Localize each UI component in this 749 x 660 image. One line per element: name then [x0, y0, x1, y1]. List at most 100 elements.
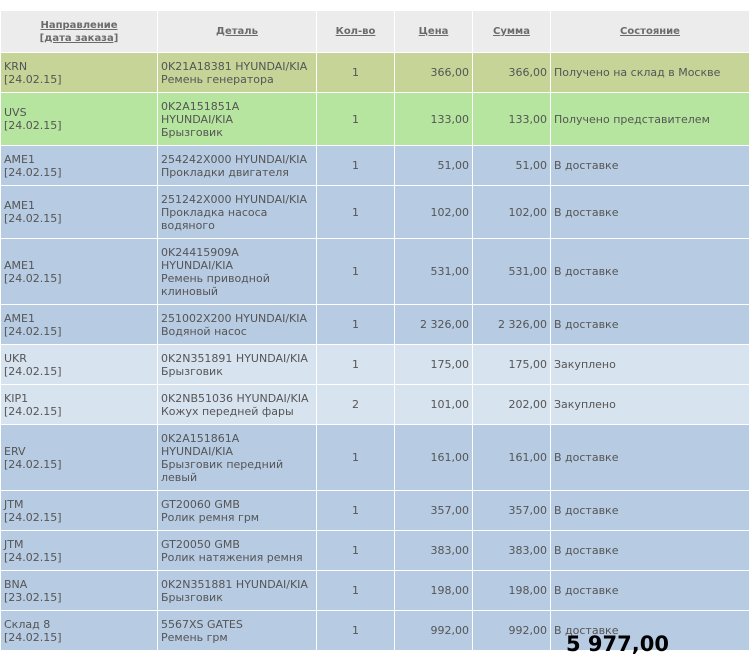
- direction-code: JTM: [4, 497, 24, 511]
- detail-cell: 251242X000 HYUNDAI/KIA Прокладка насоса …: [157, 185, 317, 239]
- qty-cell: 1: [316, 490, 395, 531]
- price-text: 161,00: [430, 451, 470, 464]
- status-cell: В доставке: [550, 238, 749, 305]
- status-text: В доставке: [554, 584, 619, 597]
- status-text: В доставке: [554, 205, 619, 219]
- order-date-header-label[interactable]: [дата заказа]: [4, 32, 154, 45]
- sum-cell: 102,00: [472, 185, 551, 239]
- detail-text: GT20060 GMB Ролик ремня грм: [161, 497, 260, 524]
- status-text: В доставке: [554, 451, 619, 464]
- sum-text: 175,00: [508, 358, 548, 371]
- qty-cell: 1: [316, 570, 395, 611]
- table-row: ERV [24.02.15] 0K2A151861A HYUNDAI/KIA Бры…: [0, 424, 749, 491]
- price-text: 102,00: [430, 205, 470, 219]
- status-cell: В доставке: [550, 530, 749, 571]
- sum-cell: 51,00: [472, 145, 551, 186]
- table-row: AME1 [24.02.15] 254242X000 HYUNDAI/KIA Про…: [0, 145, 749, 186]
- sum-text: 357,00: [508, 504, 548, 517]
- column-status-header[interactable]: Состояние: [550, 10, 749, 53]
- price-header-label[interactable]: Цена: [398, 25, 469, 38]
- sum-header-label[interactable]: Сумма: [476, 25, 547, 38]
- table-row: KIP1 [24.02.15] 0K2NB51036 HYUNDAI/KIA Кож…: [0, 384, 749, 425]
- order-date: [24.02.15]: [4, 457, 62, 471]
- order-date: [24.02.15]: [4, 119, 62, 132]
- direction-cell: JTM [24.02.15]: [0, 530, 158, 571]
- sum-text: 198,00: [508, 584, 548, 597]
- detail-text: 0K2NB51036 HYUNDAI/KIA Кожух передней фа…: [161, 391, 309, 418]
- price-text: 51,00: [437, 159, 470, 172]
- direction-cell: JTM [24.02.15]: [0, 490, 158, 531]
- sum-text: 531,00: [508, 265, 548, 278]
- price-cell: 2 326,00: [394, 304, 473, 345]
- price-text: 531,00: [430, 265, 470, 278]
- detail-cell: GT20050 GMB Ролик натяжения ремня: [157, 530, 317, 571]
- direction-code: AME1: [4, 199, 35, 212]
- qty-text: 1: [352, 66, 359, 79]
- direction-cell: UKR [24.02.15]: [0, 344, 158, 385]
- sum-cell: 2 326,00: [472, 304, 551, 345]
- order-date: [24.02.15]: [4, 364, 62, 378]
- price-text: 175,00: [430, 358, 470, 371]
- sum-cell: 198,00: [472, 570, 551, 611]
- sum-cell: 175,00: [472, 344, 551, 385]
- table-row: KRN [24.02.15] 0K21A18381 HYUNDAI/KIA Реме…: [0, 52, 749, 93]
- qty-text: 1: [352, 358, 359, 371]
- status-cell: Получено на склад в Москве: [550, 52, 749, 93]
- status-text: В доставке: [554, 265, 619, 278]
- sum-cell: 531,00: [472, 238, 551, 305]
- orders-table-body: KRN [24.02.15] 0K21A18381 HYUNDAI/KIA Реме…: [0, 52, 749, 651]
- detail-header-label[interactable]: Деталь: [161, 25, 313, 38]
- price-cell: 383,00: [394, 530, 473, 571]
- price-cell: 531,00: [394, 238, 473, 305]
- qty-cell: 1: [316, 145, 395, 186]
- column-detail-header[interactable]: Деталь: [157, 10, 317, 53]
- sum-cell: 133,00: [472, 92, 551, 146]
- price-cell: 992,00: [394, 610, 473, 651]
- qty-text: 1: [352, 544, 359, 557]
- qty-cell: 1: [316, 92, 395, 146]
- direction-code: UVS: [4, 106, 27, 119]
- direction-code: UKR: [4, 351, 27, 365]
- status-text: Закуплено: [554, 358, 616, 371]
- price-cell: 357,00: [394, 490, 473, 531]
- order-total: 5 977,00: [566, 632, 669, 656]
- detail-text: 0K2A151861A HYUNDAI/KIA Брызговик передн…: [161, 431, 284, 484]
- direction-cell: UVS [24.02.15]: [0, 92, 158, 146]
- qty-text: 1: [352, 318, 359, 331]
- qty-cell: 1: [316, 344, 395, 385]
- detail-cell: 0K2N351891 HYUNDAI/KIA Брызговик: [157, 344, 317, 385]
- direction-code: KRN: [4, 59, 28, 73]
- direction-code: ERV: [4, 444, 26, 458]
- price-cell: 175,00: [394, 344, 473, 385]
- direction-cell: AME1 [24.02.15]: [0, 238, 158, 305]
- qty-header-label[interactable]: Кол-во: [320, 25, 391, 38]
- price-text: 198,00: [430, 584, 470, 597]
- orders-table: Направление [дата заказа] Деталь Кол-во …: [0, 10, 749, 651]
- direction-code: Склад 8: [4, 617, 51, 631]
- orders-table-header: Направление [дата заказа] Деталь Кол-во …: [0, 10, 749, 53]
- price-cell: 198,00: [394, 570, 473, 611]
- column-sum-header[interactable]: Сумма: [472, 10, 551, 53]
- qty-text: 1: [352, 112, 359, 126]
- column-direction-header[interactable]: Направление [дата заказа]: [0, 10, 158, 53]
- direction-code: JTM: [4, 537, 24, 551]
- status-cell: В доставке: [550, 424, 749, 491]
- direction-cell: AME1 [24.02.15]: [0, 304, 158, 345]
- direction-cell: KRN [24.02.15]: [0, 52, 158, 93]
- column-price-header[interactable]: Цена: [394, 10, 473, 53]
- price-cell: 133,00: [394, 92, 473, 146]
- column-qty-header[interactable]: Кол-во: [316, 10, 395, 53]
- table-row: AME1 [24.02.15] 251002X200 HYUNDAI/KIA Вод…: [0, 304, 749, 345]
- detail-cell: 0K2A151851A HYUNDAI/KIA Брызговик: [157, 92, 317, 146]
- detail-text: 0K2N351891 HYUNDAI/KIA Брызговик: [161, 351, 308, 378]
- direction-cell: Склад 8 [24.02.15]: [0, 610, 158, 651]
- direction-header-label[interactable]: Направление: [4, 19, 154, 32]
- qty-text: 1: [352, 265, 359, 278]
- qty-cell: 1: [316, 530, 395, 571]
- status-header-label[interactable]: Состояние: [554, 25, 746, 38]
- detail-cell: 0K2NB51036 HYUNDAI/KIA Кожух передней фа…: [157, 384, 317, 425]
- qty-cell: 2: [316, 384, 395, 425]
- detail-text: 254242X000 HYUNDAI/KIA Прокладки двигате…: [161, 152, 308, 179]
- sum-text: 51,00: [515, 159, 548, 172]
- status-text: Получено представителем: [554, 112, 710, 126]
